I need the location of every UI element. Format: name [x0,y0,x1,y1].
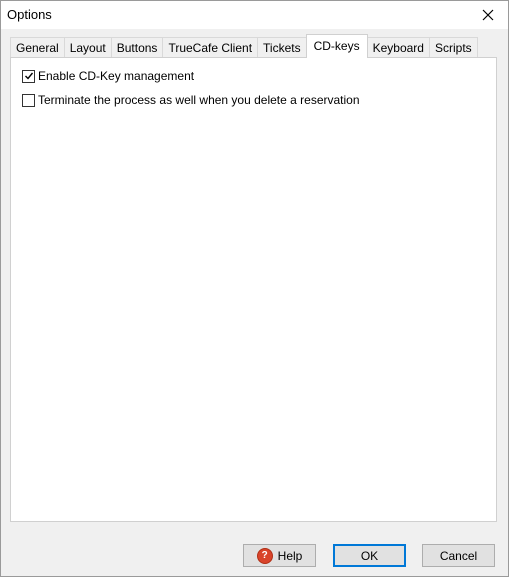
help-icon: ? [256,547,273,564]
terminate-process-checkbox[interactable] [22,93,35,107]
enable-cd-key-option[interactable]: Enable CD-Key management [22,69,194,83]
tab-general[interactable]: General [10,37,65,58]
ok-button-label: OK [360,548,379,563]
tab-layout[interactable]: Layout [63,37,112,58]
ok-button[interactable]: OK [333,544,406,567]
checkmark-icon [24,72,33,80]
tab-buttons[interactable]: Buttons [110,37,164,58]
tab-cd-keys[interactable]: CD-keys [305,34,368,58]
tab-keyboard[interactable]: Keyboard [366,37,430,58]
enable-cd-key-label: Enable CD-Key management [38,69,195,83]
cancel-button-label: Cancel [439,548,478,563]
window-title: Options [7,7,52,22]
cd-keys-panel: Enable CD-Key management Terminate the p… [10,57,497,522]
enable-cd-key-checkbox[interactable] [22,69,35,83]
title-bar: Options [1,1,508,29]
close-button[interactable] [468,1,508,29]
terminate-process-label: Terminate the process as well when you d… [38,93,360,107]
close-icon [482,9,494,21]
tab-strip: General Layout Buttons TrueCafe Client T… [10,34,478,58]
tab-tickets[interactable]: Tickets [257,37,307,58]
help-button-label: Help [277,548,303,563]
tab-scripts[interactable]: Scripts [428,37,478,58]
help-button[interactable]: ? Help [243,544,316,567]
cancel-button[interactable]: Cancel [422,544,495,567]
tab-truecafe-client[interactable]: TrueCafe Client [162,37,259,58]
options-dialog: Options General Layout Buttons TrueCafe … [0,0,509,577]
terminate-process-option[interactable]: Terminate the process as well when you d… [22,93,360,107]
